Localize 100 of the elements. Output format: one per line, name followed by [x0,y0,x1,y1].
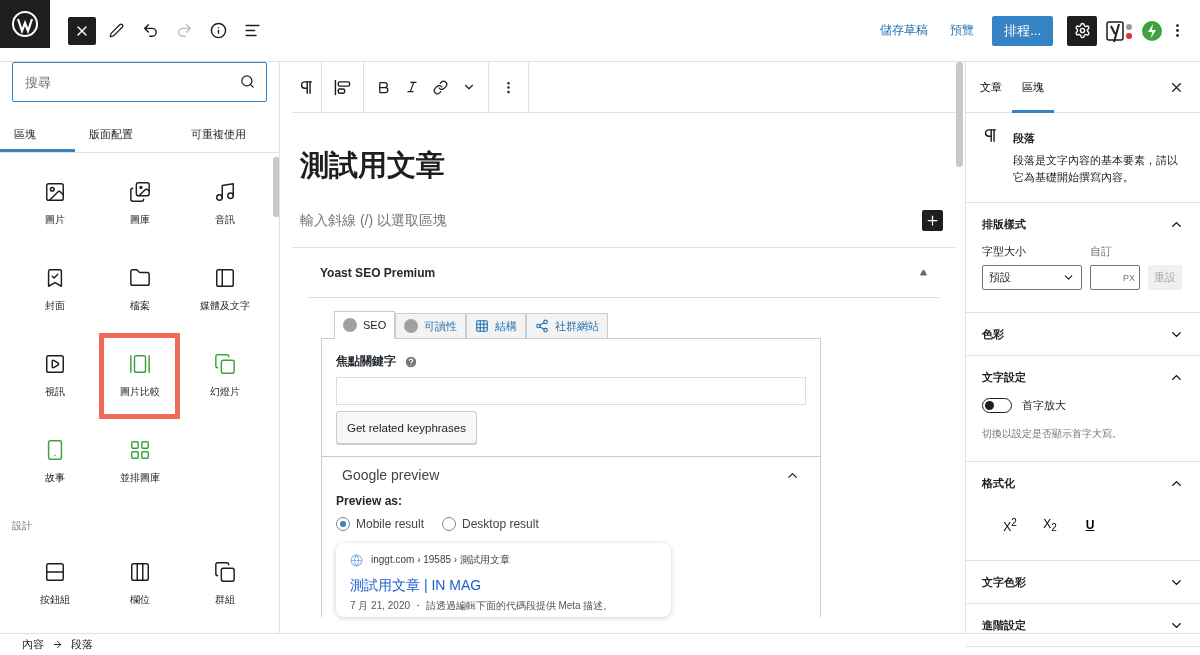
images-icon [128,181,151,203]
music-note-icon [213,181,236,203]
inserter-tab[interactable]: 可重複使用 [177,116,279,152]
link-icon[interactable] [433,79,448,95]
block-item[interactable]: 群組 [184,541,265,627]
block-item[interactable]: 圖片 [14,161,95,247]
search-field[interactable]: 搜尋 [12,62,267,102]
format-button[interactable]: X$_{2}$ [1030,510,1070,540]
slides-icon [213,353,236,375]
breadcrumb-link[interactable]: 段落 [71,637,93,652]
inserter-tab[interactable]: 版面配置 [75,116,177,152]
panel-header[interactable]: 進階設定 [982,604,1184,646]
seo-tab[interactable]: 社群網站 [526,313,609,339]
result-snippet: 7 月 21, 2020 ・ 請透過編輯下面的代碼段提供 Meta 描述。 [350,599,615,613]
block-item[interactable]: 媒體及文字 [184,247,265,333]
help-icon[interactable] [404,354,418,369]
scrollbar[interactable] [956,62,963,167]
help-text: 切換以設定是否顯示首字大寫。 [982,428,1122,439]
field-label: Preview as: [336,494,403,508]
metabox-title: Yoast SEO Premium [320,265,436,280]
radio-option[interactable]: Mobile result [336,517,425,531]
settings-button[interactable] [1067,15,1097,46]
seo-tab[interactable]: 可讀性 [395,313,467,339]
panel-header[interactable]: 文字設定 [982,356,1184,398]
align-icon[interactable] [334,78,351,96]
share-icon [535,319,550,333]
sidebar-tab[interactable]: 文章 [970,61,1012,113]
section-heading: 設計 [11,519,33,533]
status-dot-icon [404,319,419,333]
block-item[interactable]: 欄位 [99,541,180,627]
custom-size-field[interactable]: PX [1090,265,1140,290]
section-title: Google preview [342,467,440,483]
grid-icon [128,439,151,461]
pilcrow-icon [982,127,999,144]
panel-header[interactable]: 色彩 [982,313,1184,355]
block-item[interactable]: 故事 [14,419,95,505]
undo-icon [141,22,159,39]
sidebar-tab[interactable]: 區塊 [1012,61,1054,113]
font-size-select[interactable]: 預設 [982,265,1082,290]
field-label: 焦點關鍵字 [336,353,396,370]
block-item[interactable]: 並排圖庫 [99,419,180,505]
block-item[interactable]: 檔案 [99,247,180,333]
image-compare-icon [128,353,151,375]
preview-button[interactable]: 預覽 [942,16,983,45]
globe-icon [350,553,363,567]
panel-title: 文字色彩 [982,574,1026,590]
close-button[interactable] [68,16,96,45]
search-icon [240,74,255,89]
panel-header[interactable]: 排版樣式 [982,203,1184,245]
wordpress-logo-icon [11,10,39,38]
block-item[interactable]: 視訊 [14,333,95,419]
related-keyphrases-button[interactable]: Get related keyphrases [336,411,477,444]
panel-title: 格式化 [982,475,1015,491]
toggle-switch[interactable] [982,398,1012,413]
block-item[interactable]: 按鈕組 [14,541,95,627]
seo-tab[interactable]: SEO [334,311,396,339]
pen-icon [108,23,124,38]
panel-header[interactable]: 格式化 [982,462,1184,504]
inserter-tab[interactable]: 區塊 [0,116,75,152]
panel-title: 排版樣式 [982,216,1026,232]
group-icon [213,561,236,583]
field-label: 字型大小 [982,245,1027,259]
folder-icon [128,267,151,289]
plus-icon [925,213,940,228]
radio-option[interactable]: Desktop result [442,517,539,531]
block-item[interactable]: 音訊 [184,161,265,247]
format-button[interactable]: U [1070,510,1110,540]
save-draft-button[interactable]: 儲存草稿 [872,16,937,45]
result-title[interactable]: 測試用文章 | IN MAG [350,577,657,595]
panel-header[interactable]: 文字色彩 [982,561,1184,603]
block-placeholder[interactable]: 輸入斜線 (/) 以選取區塊 [300,211,447,230]
collapse-icon[interactable] [920,269,927,276]
logo[interactable] [0,0,50,48]
result-url: inggt.com › 19585 › 測試用文章 [371,553,510,567]
schedule-button[interactable]: 排程... [992,15,1053,46]
arrow-right-icon [52,639,63,650]
italic-icon[interactable] [405,80,419,94]
block-item[interactable]: 幻燈片 [184,333,265,419]
pilcrow-icon[interactable] [298,78,315,96]
info-icon [209,22,227,39]
block-description: 段落是文字內容的基本要素，請以它為基礎開始撰寫內容。 [1013,153,1179,185]
post-title[interactable]: 測試用文章 [300,146,955,186]
settings-icon [1073,22,1091,39]
keyphrase-field[interactable] [336,377,806,405]
panel-title: 進階設定 [982,617,1026,633]
bold-icon[interactable] [376,79,391,95]
columns-icon [128,561,151,583]
block-item[interactable]: 圖片比較 [99,333,180,419]
scrollbar[interactable] [273,157,279,217]
breadcrumb-link[interactable]: 內容 [22,637,44,652]
play-icon [43,353,66,375]
buttons-icon [43,561,66,583]
add-block-button[interactable] [922,210,943,231]
list-icon [243,22,261,39]
status-dot-icon [343,318,357,332]
seo-tab[interactable]: 結構 [466,313,527,339]
format-button[interactable]: X$^{2}$ [990,510,1030,540]
block-item[interactable]: 圖庫 [99,161,180,247]
bolt-icon[interactable] [1141,19,1163,42]
block-item[interactable]: 封面 [14,247,95,333]
